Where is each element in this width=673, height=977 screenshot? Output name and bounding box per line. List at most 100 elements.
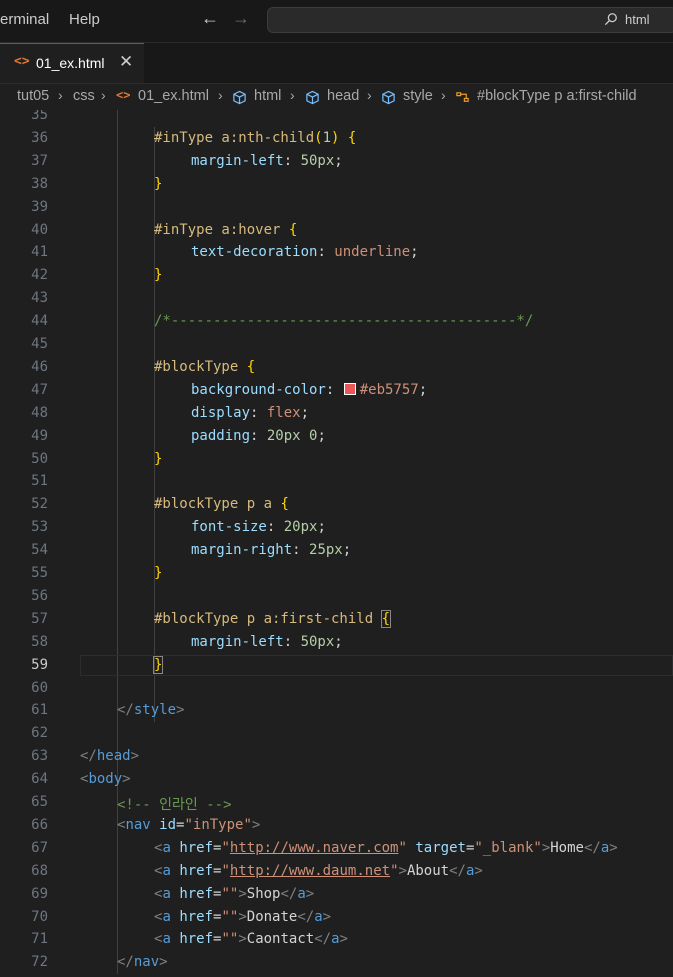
code-text: </style> — [117, 702, 184, 718]
code-line[interactable]: 39 — [0, 196, 673, 219]
code-token: > — [609, 839, 618, 856]
code-line[interactable]: 62 — [0, 722, 673, 745]
breadcrumb-item-html[interactable]: html — [254, 88, 281, 104]
code-line[interactable]: 58 margin-left: 50px; — [0, 631, 673, 654]
line-number: 61 — [31, 702, 48, 719]
breadcrumb-item-file[interactable]: 01_ex.html — [138, 88, 209, 104]
code-line[interactable]: 43 — [0, 287, 673, 310]
code-token: : — [266, 519, 284, 536]
breadcrumb-item-head[interactable]: head — [327, 88, 359, 104]
code-token: a — [314, 908, 323, 925]
code-line[interactable]: 59} — [0, 654, 673, 677]
code-line[interactable]: 36 #inType a:nth-child(1) { — [0, 127, 673, 150]
code-token: : — [325, 381, 343, 398]
code-text: <a href="http://www.daum.net">About</a> — [154, 863, 483, 879]
code-text: <a href="">Shop</a> — [154, 886, 314, 902]
line-number: 51 — [31, 473, 48, 490]
code-token: "" — [221, 885, 239, 902]
code-line[interactable]: 64 <body> — [0, 768, 673, 791]
code-text: } — [154, 267, 162, 283]
code-token: </ — [314, 931, 332, 948]
code-token: id — [159, 816, 177, 833]
code-line[interactable]: 47 background-color: #eb5757; — [0, 379, 673, 402]
code-line[interactable]: 44 /*------------------------------------… — [0, 310, 673, 333]
code-text: margin-left: 50px; — [191, 153, 343, 169]
code-token: margin-left — [191, 633, 284, 650]
code-line[interactable]: 71 <a href="">Caontact</a> — [0, 928, 673, 951]
code-line[interactable]: 67 <a href="http://www.naver.com" target=… — [0, 837, 673, 860]
code-token: { — [246, 358, 256, 375]
breadcrumb-item-style[interactable]: style — [403, 88, 433, 104]
code-line[interactable]: 37 margin-left: 50px; — [0, 150, 673, 173]
code-line[interactable]: 65 <!-- 인라인 --> — [0, 791, 673, 814]
code-line[interactable]: 72 </nav> — [0, 951, 673, 974]
code-token: </ — [280, 885, 298, 902]
breadcrumb-item-selector[interactable]: #blockType p a:first-child — [477, 88, 637, 104]
code-line[interactable]: 46 #blockType { — [0, 356, 673, 379]
code-token: font-size — [191, 519, 267, 536]
breadcrumb-item-tut05[interactable]: tut05 — [17, 88, 49, 104]
forward-arrow-icon[interactable]: → — [232, 8, 250, 29]
code-line[interactable]: 52 #blockType p a { — [0, 493, 673, 516]
code-token: "_blank" — [474, 839, 542, 856]
code-token: 20px — [283, 519, 318, 536]
code-token: /*--------------------------------------… — [154, 313, 534, 330]
code-text: </head> — [80, 748, 139, 764]
title-bar: erminal Help ← → html — [0, 0, 673, 43]
code-token: a — [162, 931, 171, 948]
tab-label: 01_ex.html — [36, 55, 105, 71]
code-line[interactable]: 63 </head> — [0, 745, 673, 768]
command-center-search[interactable]: html — [267, 7, 673, 33]
code-line[interactable]: 57 #blockType p a:first-child { — [0, 608, 673, 631]
code-token: : — [292, 542, 310, 559]
code-token: a — [162, 908, 171, 925]
line-number: 50 — [31, 450, 48, 467]
code-line[interactable]: 55} — [0, 562, 673, 585]
code-token: > — [339, 931, 348, 948]
line-number: 44 — [31, 313, 48, 330]
code-token: "inType" — [184, 816, 252, 833]
code-line[interactable]: 69 <a href="">Shop</a> — [0, 883, 673, 906]
code-line[interactable]: 54 margin-right: 25px; — [0, 539, 673, 562]
code-line[interactable]: 42} — [0, 264, 673, 287]
line-number: 40 — [31, 221, 48, 238]
close-icon[interactable]: ✕ — [119, 52, 133, 72]
tab-01-ex-html[interactable]: <> 01_ex.html ✕ — [0, 43, 144, 83]
color-swatch[interactable] — [343, 382, 356, 395]
breadcrumb-item-css[interactable]: css — [73, 88, 95, 104]
line-number: 70 — [31, 908, 48, 925]
code-text: <a href="http://www.naver.com" target="_… — [154, 840, 618, 856]
code-token: http://www.naver.com — [229, 839, 399, 856]
code-line[interactable]: 51 — [0, 470, 673, 493]
code-line[interactable]: 38} — [0, 173, 673, 196]
code-line[interactable]: 60 — [0, 677, 673, 700]
code-token: > — [541, 839, 551, 856]
code-line[interactable]: 45 — [0, 333, 673, 356]
code-token: a — [297, 885, 306, 902]
code-token: 20px 0 — [266, 427, 318, 444]
code-line[interactable]: 41 text-decoration: underline; — [0, 241, 673, 264]
code-token: display — [191, 404, 251, 421]
menu-terminal[interactable]: erminal — [0, 11, 49, 28]
code-line[interactable]: 53 font-size: 20px; — [0, 516, 673, 539]
code-token: <!-- 인라인 --> — [117, 797, 232, 813]
line-number: 55 — [31, 565, 48, 581]
code-line[interactable]: 50} — [0, 448, 673, 471]
code-line[interactable]: 68 <a href="http://www.daum.net">About</a… — [0, 860, 673, 883]
code-editor[interactable]: 35 36 #inType a:nth-child(1) {37 margin-lef… — [0, 110, 673, 977]
code-line[interactable]: 48 display: flex; — [0, 402, 673, 425]
code-line[interactable]: 35 — [0, 110, 673, 127]
code-token: href — [179, 908, 214, 925]
code-line[interactable]: 49 padding: 20px 0; — [0, 425, 673, 448]
code-line[interactable]: 56 — [0, 585, 673, 608]
code-line[interactable]: 61 </style> — [0, 699, 673, 722]
back-arrow-icon[interactable]: ← — [201, 8, 219, 29]
code-line[interactable]: 66 <nav id="inType"> — [0, 814, 673, 837]
line-number: 35 — [31, 110, 48, 123]
code-line[interactable]: 40 #inType a:hover { — [0, 219, 673, 242]
code-token: { — [280, 496, 289, 513]
code-token: margin-right — [191, 542, 293, 559]
code-line[interactable]: 70 <a href="">Donate</a> — [0, 906, 673, 929]
menu-help[interactable]: Help — [69, 11, 100, 28]
